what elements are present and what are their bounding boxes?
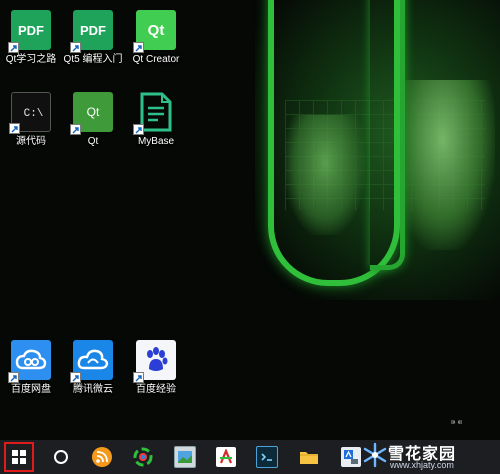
wallpaper-neon-frame-inner xyxy=(370,0,405,270)
shortcut-arrow-icon xyxy=(9,123,20,134)
cmd-tile-text: C:\ xyxy=(23,108,44,120)
shortcut-arrow-icon xyxy=(70,124,81,135)
paw-icon xyxy=(133,340,176,383)
desktop-icon-label: 源代码 xyxy=(16,136,46,147)
pdf-icon: PDF xyxy=(70,10,113,53)
windows-logo-icon xyxy=(12,450,26,464)
desktop-icon-label: MyBase xyxy=(137,136,175,147)
search-button[interactable] xyxy=(44,440,78,474)
command-prompt-icon: C:\ xyxy=(9,92,51,134)
qt-doc-tile-text: Qt xyxy=(86,105,100,119)
desktop-icon-label: 百度经验 xyxy=(136,384,176,395)
cloud-icon xyxy=(8,340,51,383)
shortcut-arrow-icon xyxy=(133,42,144,53)
desktop-icon-mybase[interactable]: MyBase xyxy=(125,92,187,148)
desktop-icon-baidu-netdisk[interactable]: 百度网盘 xyxy=(0,340,62,396)
shortcut-arrow-icon xyxy=(8,42,19,53)
language-input-icon xyxy=(341,447,361,467)
pdf-icon: PDF xyxy=(8,10,51,53)
desktop-icon-label: 百度网盘 xyxy=(11,384,51,395)
taskbar-app-file-explorer[interactable] xyxy=(292,440,326,474)
acrobat-icon xyxy=(216,447,236,467)
desktop-icon-qt-learning-pdf[interactable]: PDF Qt学习之路 xyxy=(0,10,62,66)
shortcut-arrow-icon xyxy=(70,372,81,383)
terminal-icon xyxy=(256,446,278,468)
shortcut-arrow-icon xyxy=(8,372,19,383)
desktop-icon-source-code[interactable]: C:\ 源代码 xyxy=(0,92,62,148)
folder-icon xyxy=(299,447,319,467)
brand-watermark: 雪花家园 www.xhjaty.com xyxy=(360,438,500,474)
taskbar-app-terminal[interactable] xyxy=(250,440,284,474)
search-circle-icon xyxy=(54,450,68,464)
desktop-icon-baidu-jingyan[interactable]: 百度经验 xyxy=(125,340,187,396)
desktop-icon-label: 腾讯微云 xyxy=(73,384,113,395)
wallpaper-figure-right xyxy=(400,80,495,250)
mybase-notebook-icon xyxy=(133,92,176,135)
qt-tile-text: Qt xyxy=(147,21,165,39)
rss-icon xyxy=(92,447,112,467)
shortcut-arrow-icon xyxy=(70,42,81,53)
desktop-icon-label: Qt Creator xyxy=(132,54,180,65)
wallpaper-marks: ⁍⁌ xyxy=(450,415,463,430)
pdf-tile-text: PDF xyxy=(80,22,106,38)
desktop-icon-qt5-intro-pdf[interactable]: PDF Qt5 编程入门 xyxy=(62,10,124,66)
qt-creator-icon: Qt xyxy=(133,10,176,53)
shortcut-arrow-icon xyxy=(133,124,144,135)
taskbar-app-picture-viewer[interactable] xyxy=(168,440,202,474)
desktop-icon-qt-creator[interactable]: Qt Qt Creator xyxy=(125,10,187,66)
desktop-icon-tencent-weiyun[interactable]: 腾讯微云 xyxy=(62,340,124,396)
desktop-icon-label: Qt xyxy=(87,136,99,147)
picture-viewer-icon xyxy=(174,446,196,468)
snowflake-logo-icon xyxy=(363,442,387,468)
qt-document-icon: Qt xyxy=(70,92,113,135)
brand-url: www.xhjaty.com xyxy=(390,460,454,470)
taskbar-app-colorful[interactable] xyxy=(126,440,160,474)
taskbar-app-rss[interactable] xyxy=(85,440,119,474)
shortcut-arrow-icon xyxy=(133,372,144,383)
taskbar-app-acrobat[interactable] xyxy=(209,440,243,474)
desktop-icon-label: Qt5 编程入门 xyxy=(63,54,123,65)
desktop-icon-label: Qt学习之路 xyxy=(5,54,57,65)
start-button[interactable] xyxy=(4,442,34,472)
weiyun-cloud-icon xyxy=(70,340,113,383)
pdf-tile-text: PDF xyxy=(18,22,44,38)
desktop-icon-qt[interactable]: Qt Qt xyxy=(62,92,124,148)
colorful-app-icon xyxy=(133,447,153,467)
